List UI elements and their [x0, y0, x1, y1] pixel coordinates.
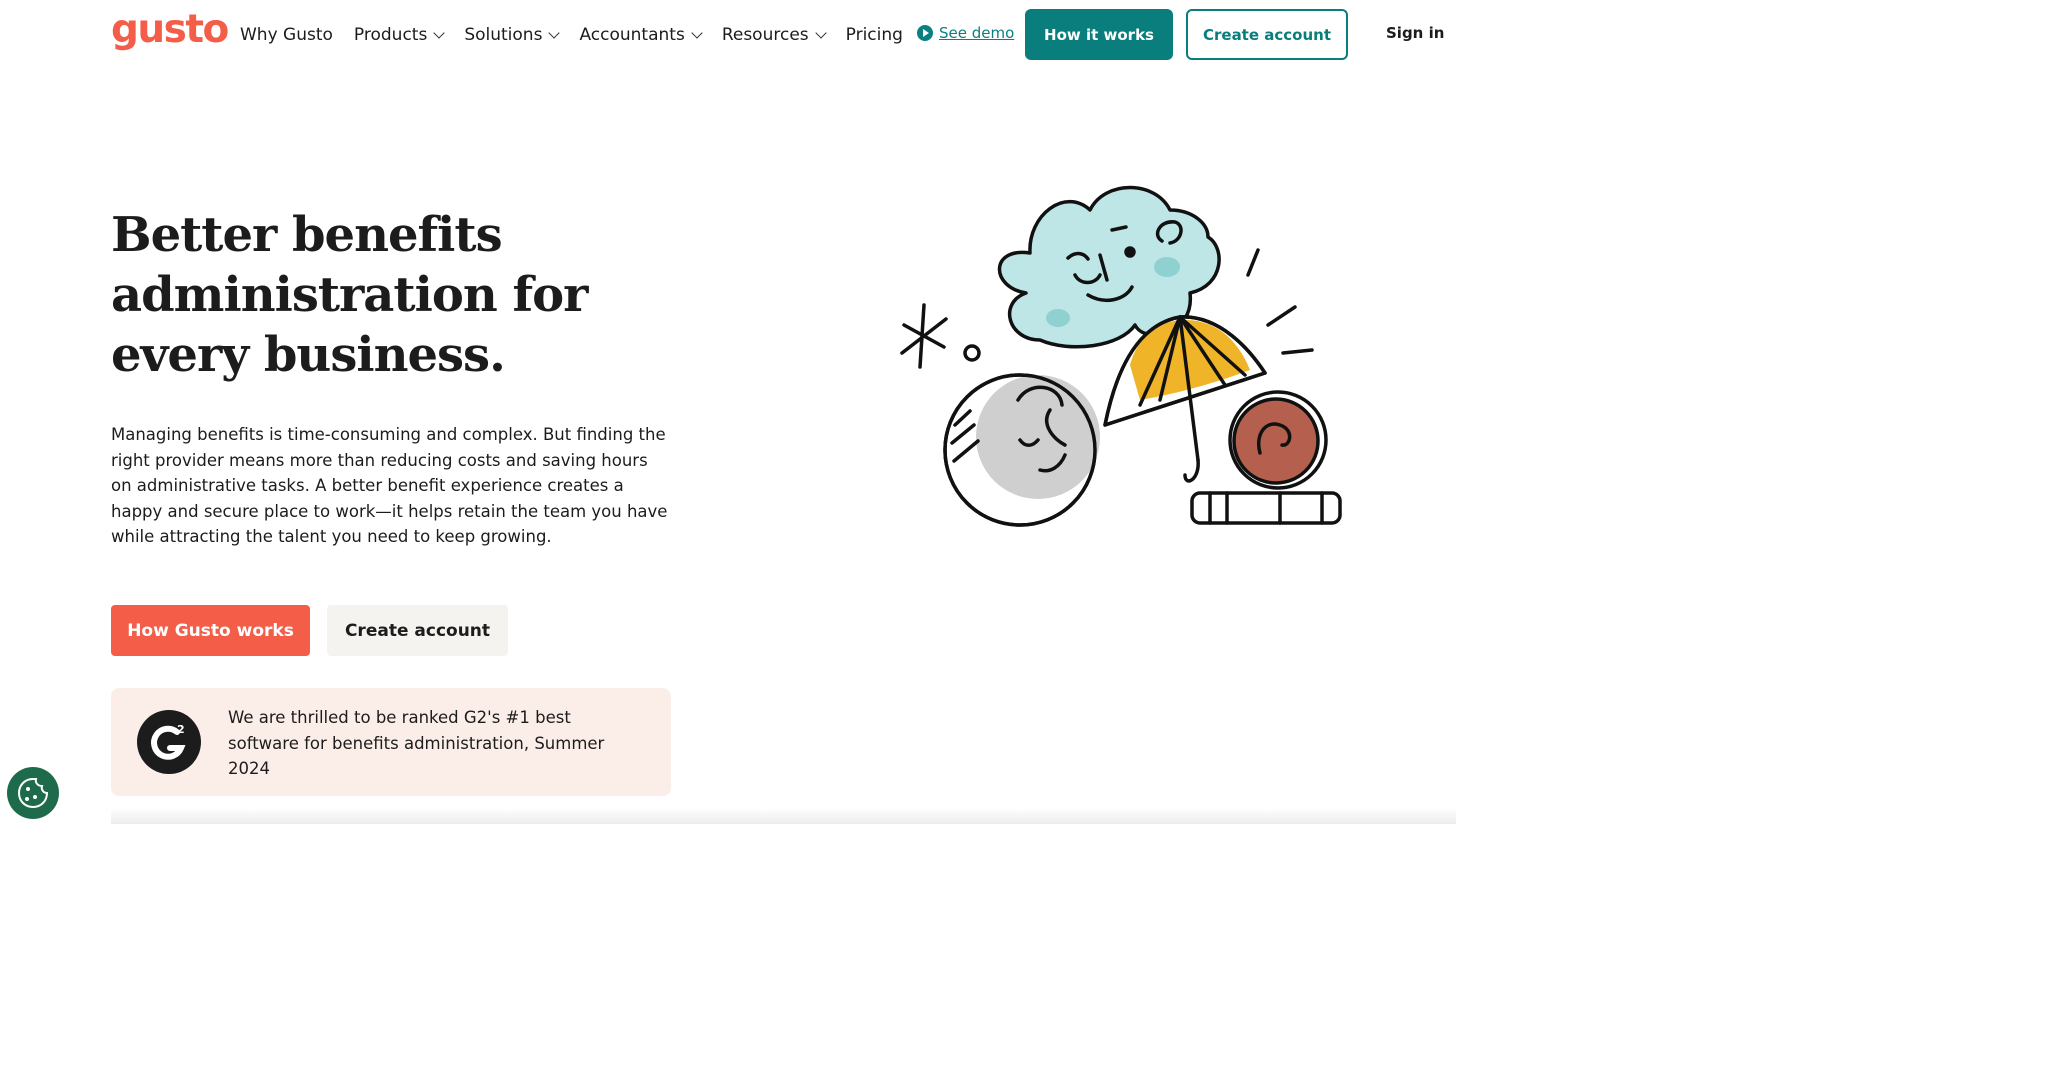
nav-solutions[interactable]: Solutions [464, 25, 561, 45]
see-demo-label: See demo [939, 24, 1015, 42]
chevron-down-icon [691, 26, 703, 39]
how-it-works-button[interactable]: How it works [1025, 9, 1173, 60]
how-gusto-works-button[interactable]: How Gusto works [111, 605, 310, 656]
nav-why-gusto[interactable]: Why Gusto [240, 25, 333, 45]
nav-label: Products [353, 25, 428, 45]
hero-description: Managing benefits is time-consuming and … [111, 425, 668, 546]
see-demo-link[interactable]: See demo [917, 24, 1014, 42]
main-nav: Why Gusto Products Solutions Accountants… [240, 22, 924, 48]
cookie-settings-button[interactable] [7, 767, 59, 819]
g2-award-banner: 2 We are thrilled to be ranked G2's #1 b… [111, 688, 671, 796]
nav-label: Resources [721, 25, 809, 45]
svg-text:2: 2 [177, 723, 185, 736]
hero-title: Better benefits administration for every… [111, 207, 588, 383]
benefits-illustration [890, 175, 1360, 545]
nav-accountants[interactable]: Accountants [579, 25, 703, 45]
award-text: We are thrilled to be ranked G2's #1 bes… [228, 708, 605, 778]
nav-label: Why Gusto [240, 25, 333, 45]
nav-resources[interactable]: Resources [721, 25, 827, 45]
chevron-down-icon [814, 26, 827, 39]
nav-products[interactable]: Products [353, 25, 445, 45]
play-icon [917, 25, 933, 41]
sign-in-link[interactable]: Sign in [1386, 24, 1444, 42]
create-account-button[interactable]: Create account [327, 605, 508, 656]
nav-label: Pricing [845, 25, 903, 45]
g2-logo-icon: 2 [137, 710, 201, 774]
section-divider [111, 808, 1456, 824]
create-account-header-button[interactable]: Create account [1186, 9, 1348, 60]
site-header: gusto Why Gusto Products Solutions Accou… [0, 0, 1568, 70]
cookie-icon [17, 778, 49, 809]
chevron-down-icon [548, 26, 561, 39]
nav-label: Solutions [464, 25, 543, 45]
nav-pricing[interactable]: Pricing [846, 25, 903, 45]
nav-label: Accountants [579, 25, 685, 45]
chevron-down-icon [433, 26, 445, 39]
gusto-logo[interactable]: gusto [111, 8, 229, 52]
